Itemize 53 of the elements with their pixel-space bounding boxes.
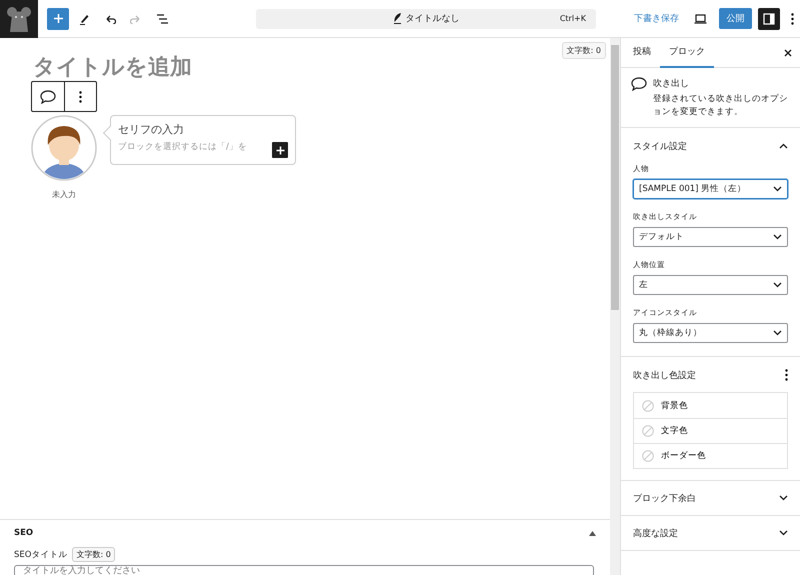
select-field[interactable]: デフォルト (633, 227, 788, 247)
chevron-down-icon (773, 186, 782, 192)
chevron-down-icon (773, 282, 782, 288)
close-icon[interactable] (784, 48, 792, 56)
panel-title: スタイル設定 (633, 140, 687, 152)
select-field[interactable]: 丸（枠線あり） (633, 323, 788, 343)
chevron-up-icon (779, 143, 788, 149)
select-field[interactable]: [SAMPLE 001] 男性（左） (633, 179, 788, 199)
add-block-button[interactable] (272, 142, 288, 158)
shortcut-hint: Ctrl+K (560, 14, 586, 23)
panel-title: ブロック下余白 (633, 492, 696, 504)
expand-toggle[interactable] (779, 495, 788, 501)
speaker-name: 未入力 (52, 189, 76, 200)
speech-text-placeholder: セリフの入力 (118, 122, 185, 137)
no-color-icon (642, 425, 654, 437)
feather-icon (392, 13, 402, 24)
more-icon (79, 90, 82, 102)
avatar-icon (31, 115, 97, 181)
panel-title: 高度な設定 (633, 528, 678, 540)
collapse-toggle[interactable] (779, 143, 788, 149)
plus-icon (276, 146, 284, 154)
publish-button[interactable]: 公開 (719, 8, 752, 29)
select-field[interactable]: 左 (633, 275, 788, 295)
triangle-up-icon[interactable] (589, 530, 596, 536)
sidebar-tab[interactable]: 投稿 (631, 38, 660, 68)
post-title: タイトルなし (406, 13, 460, 25)
scrollbar[interactable] (610, 38, 620, 575)
seo-title-label: SEOタイトル (14, 548, 68, 560)
expand-toggle[interactable] (779, 530, 788, 536)
more-icon (790, 12, 794, 24)
chevron-down-icon (773, 234, 782, 240)
speech-bubble-icon (631, 77, 647, 91)
sidebar-tab[interactable]: ブロック (660, 38, 714, 68)
chevron-down-icon (773, 330, 782, 336)
panel-title: 吹き出し色設定 (633, 370, 696, 382)
command-bar[interactable]: タイトルなし Ctrl+K (256, 8, 596, 28)
block-description: 登録されている吹き出しのオプションを変更できます。 (653, 93, 788, 119)
logo-icon[interactable] (0, 0, 38, 38)
no-color-icon (642, 450, 654, 462)
save-draft-link[interactable]: 下書き保存 (634, 12, 679, 25)
more-icon (785, 369, 788, 381)
word-count: 文字数: 0 (72, 547, 115, 562)
chevron-down-icon (779, 530, 788, 536)
settings-toggle-button[interactable] (758, 8, 780, 30)
plus-icon (52, 13, 64, 24)
no-color-icon (642, 400, 654, 412)
chevron-down-icon (779, 495, 788, 501)
speech-bubble-icon (40, 90, 56, 104)
block-name: 吹き出し (653, 78, 690, 91)
sidebar-icon (763, 12, 775, 24)
word-count: 文字数: 0 (562, 42, 606, 59)
seo-heading: SEO (14, 528, 34, 538)
block-placeholder: ブロックを選択するには「/」を (118, 141, 247, 153)
